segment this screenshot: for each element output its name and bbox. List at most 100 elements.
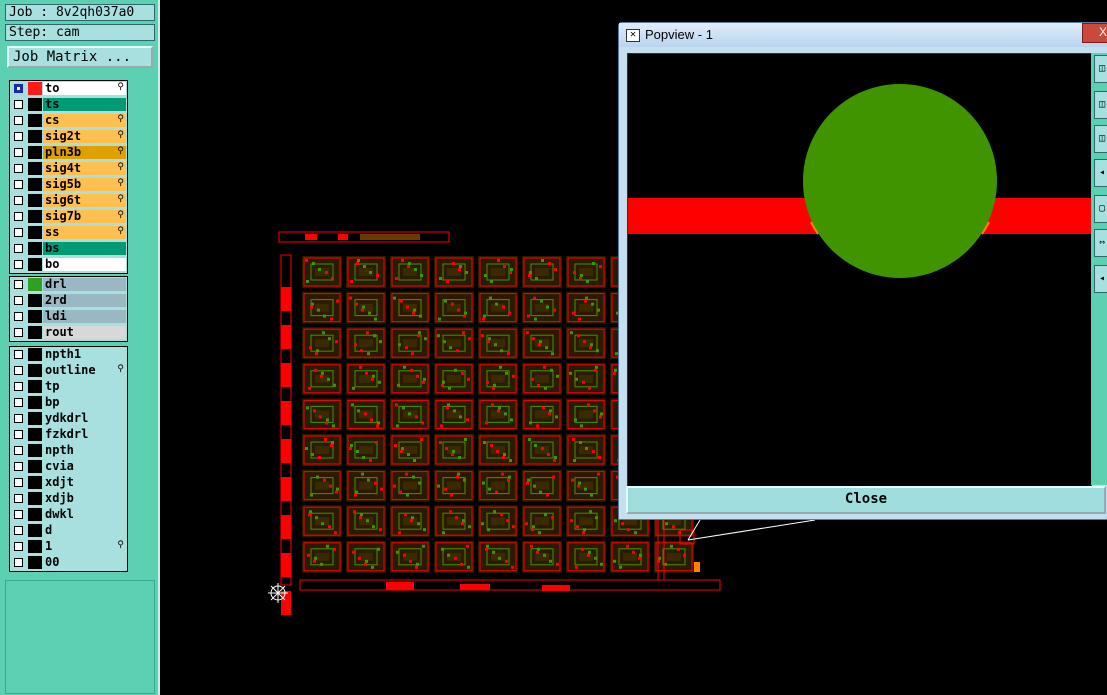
unit-feature <box>539 490 542 494</box>
window-close-button[interactable]: X <box>1082 23 1107 43</box>
unit-feature <box>459 265 462 268</box>
popview-window[interactable]: ✕ Popview - 1 X ◫ ◫ ◫ ◂ ▢ ⇔ ◂ Close <box>618 22 1107 520</box>
unit-feature <box>583 528 586 532</box>
unit-feature <box>401 259 404 262</box>
unit-feature <box>380 487 383 491</box>
unit-feature <box>508 475 511 479</box>
unit-feature <box>353 510 356 514</box>
unit-feature <box>550 368 553 372</box>
unit-core-fill <box>535 481 549 490</box>
unit-core-fill <box>403 339 417 348</box>
unit-feature <box>450 493 453 497</box>
unit-core-fill <box>667 552 681 561</box>
unit-feature <box>416 374 419 378</box>
unit-feature <box>452 450 455 453</box>
unit-feature <box>423 377 426 381</box>
unit-feature <box>672 525 675 529</box>
unit-feature <box>374 317 377 321</box>
unit-feature <box>461 522 464 526</box>
unit-feature <box>406 305 409 309</box>
unit-feature <box>417 522 420 526</box>
unit-feature <box>369 271 372 274</box>
unit-feature <box>369 459 372 462</box>
unit-feature <box>458 456 461 459</box>
unit-feature <box>397 383 400 387</box>
unit-feature <box>528 438 531 441</box>
unit-feature <box>307 553 310 557</box>
unit-core-fill <box>535 374 549 383</box>
unit-feature <box>440 424 443 428</box>
unit-feature <box>683 553 686 557</box>
unit-feature <box>330 444 333 447</box>
unit-feature <box>599 415 602 419</box>
unit-feature <box>456 349 459 353</box>
rail-pad <box>281 439 291 463</box>
unit-feature <box>573 459 576 462</box>
unit-feature <box>502 305 505 309</box>
unit-feature <box>373 334 376 338</box>
unit-feature <box>407 265 410 268</box>
unit-feature <box>597 472 600 476</box>
unit-feature <box>556 374 559 378</box>
unit-feature <box>509 459 512 462</box>
unit-feature <box>422 380 425 384</box>
unit-core-fill <box>315 339 329 348</box>
unit-feature <box>420 274 423 277</box>
unit-feature <box>393 484 396 488</box>
unit-feature <box>579 277 582 280</box>
unit-feature <box>361 472 364 476</box>
unit-feature <box>441 383 444 387</box>
unit-feature <box>411 516 414 520</box>
pan-icon[interactable]: ◂ <box>1094 159 1107 187</box>
unit-feature <box>581 547 584 551</box>
unit-feature <box>532 337 535 341</box>
unit-feature <box>590 343 593 347</box>
unit-feature <box>359 365 362 369</box>
unit-core-fill <box>359 339 373 348</box>
unit-feature <box>665 522 668 526</box>
zoom-in-icon[interactable]: ◫ <box>1094 55 1107 83</box>
unit-feature <box>350 444 353 447</box>
unit-feature <box>594 368 597 372</box>
zoom-home-icon[interactable]: ◫ <box>1094 125 1107 153</box>
popview-titlebar[interactable]: ✕ Popview - 1 X <box>619 23 1107 47</box>
unit-feature <box>638 556 641 560</box>
unit-feature <box>614 368 617 372</box>
unit-feature <box>634 531 637 535</box>
close-button[interactable]: Close <box>626 486 1106 514</box>
unit-feature <box>482 481 485 485</box>
unit-core-fill <box>535 268 549 276</box>
unit-core-fill <box>359 552 373 561</box>
strip-detail <box>305 234 317 240</box>
unit-feature <box>441 547 444 551</box>
unit-feature <box>321 522 324 526</box>
unit-feature <box>543 553 546 557</box>
unit-feature <box>613 559 616 563</box>
zoom-out-icon[interactable]: ◫ <box>1094 91 1107 119</box>
unit-feature <box>308 513 311 517</box>
unit-feature <box>451 453 454 456</box>
unit-feature <box>336 299 339 303</box>
unit-feature <box>424 337 427 341</box>
unit-feature <box>597 308 600 312</box>
unit-feature <box>486 380 489 384</box>
popview-canvas[interactable] <box>627 53 1092 487</box>
unit-feature <box>534 317 537 321</box>
shrink-icon[interactable]: ◂ <box>1094 265 1107 293</box>
unit-feature <box>466 418 469 422</box>
fit-icon[interactable]: ▢ <box>1094 195 1107 223</box>
unit-feature <box>489 296 492 300</box>
unit-feature <box>485 547 488 551</box>
unit-core-fill <box>359 481 373 490</box>
unit-feature <box>511 565 514 569</box>
unit-feature <box>536 550 539 554</box>
unit-feature <box>578 317 581 321</box>
unit-core-fill <box>315 446 329 454</box>
unit-feature <box>357 259 360 262</box>
expand-icon[interactable]: ⇔ <box>1094 229 1107 257</box>
unit-feature <box>413 459 416 462</box>
unit-feature <box>539 340 542 344</box>
unit-feature <box>371 377 374 381</box>
unit-feature <box>418 481 421 485</box>
unit-core-fill <box>579 517 593 526</box>
